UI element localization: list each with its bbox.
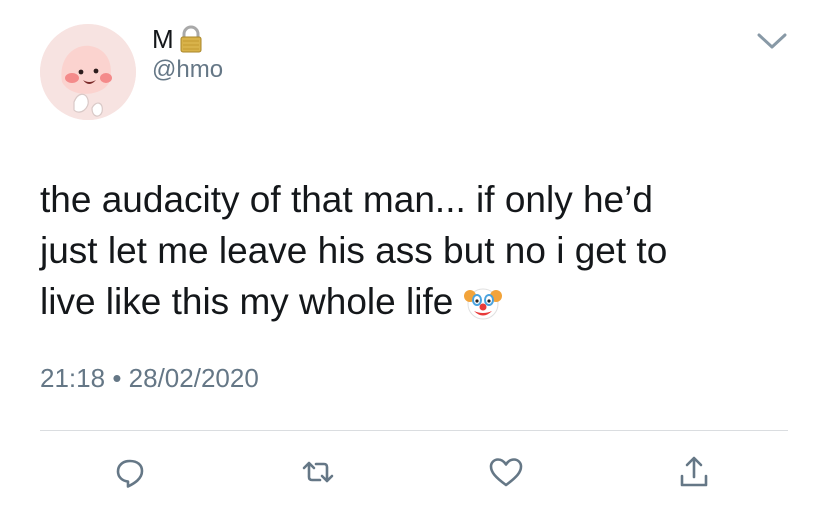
meta-separator: •	[112, 363, 122, 393]
tweet-date: 28/02/2020	[128, 363, 259, 393]
clown-face-icon	[463, 282, 503, 322]
divider	[40, 430, 788, 431]
display-name: M	[152, 24, 174, 54]
tweet-text-line: live like this my whole life	[40, 281, 454, 322]
share-icon[interactable]	[674, 452, 714, 492]
lock-icon	[176, 24, 206, 54]
avatar[interactable]	[40, 24, 136, 120]
tweet-text: the audacity of that man... if only he’d…	[40, 174, 800, 327]
tweet-time: 21:18	[40, 363, 106, 393]
user-handle[interactable]: @hmo	[152, 56, 223, 84]
tweet-text-line: just let me leave his ass but no i get t…	[40, 230, 668, 271]
chevron-down-icon[interactable]	[754, 28, 790, 52]
tweet-timestamp: 21:18 • 28/02/2020	[40, 360, 259, 396]
reply-icon[interactable]	[110, 452, 150, 492]
like-icon[interactable]	[486, 452, 526, 492]
retweet-icon[interactable]	[298, 452, 338, 492]
avatar-peach-character-icon	[40, 24, 136, 120]
tweet-text-line: the audacity of that man... if only he’d	[40, 179, 653, 220]
display-name-row: M	[152, 24, 206, 54]
